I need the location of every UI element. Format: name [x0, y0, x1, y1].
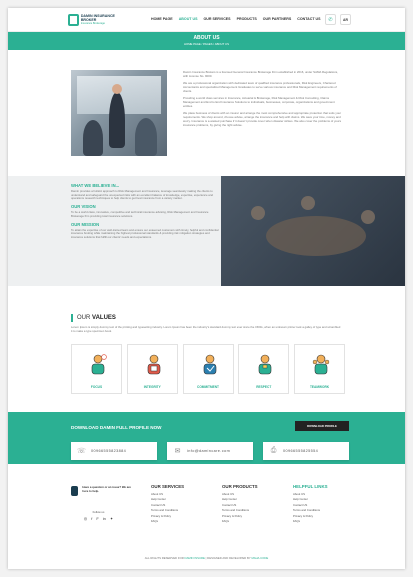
twitter-icon[interactable]: ✦: [110, 516, 113, 521]
copyright: ALL RIGHTS RESERVED FOR DAMIN INSURE | D…: [8, 556, 405, 560]
phone-number: 00966555823884: [91, 449, 127, 453]
value-card: FOCUS: [71, 344, 122, 394]
nav-contact[interactable]: CONTACT US: [297, 17, 320, 21]
fax-number: 00966555825554: [283, 449, 319, 453]
values-list: FOCUS INTEGRITY COMMITMENT RESPECT TEAMW…: [71, 344, 345, 394]
nav-about[interactable]: ABOUT US: [179, 17, 198, 21]
phone-icon: ☏: [77, 448, 86, 455]
google-plus-icon[interactable]: F: [96, 516, 98, 521]
values-title: OUR VALUES: [71, 314, 116, 322]
footer-link[interactable]: FAQs: [222, 519, 282, 524]
page-title: ABOUT US: [193, 35, 220, 41]
social-links: ◎ f F in ✦: [71, 516, 126, 521]
help-block: Have a question or an issue? We are here…: [71, 485, 131, 496]
support-avatar: [71, 486, 79, 496]
breadcrumb: HOME PAGE / PAGES / ABOUT US: [184, 42, 229, 46]
intro-paragraph: Damin Insurance Brokers is a licensed Ge…: [183, 70, 339, 78]
value-label: TEAMWORK: [309, 385, 330, 389]
linkedin-icon[interactable]: in: [103, 516, 106, 521]
teamwork-person-icon: [312, 354, 330, 375]
developer-link[interactable]: MAHA CODE: [251, 556, 268, 560]
intro-photo: [71, 70, 167, 156]
meeting-photo: [221, 176, 405, 286]
value-card: INTEGRITY: [126, 344, 178, 394]
logo-name: DAMIN INSURANCE BROKER: [80, 13, 115, 22]
facebook-icon[interactable]: f: [91, 516, 92, 521]
language-button[interactable]: AR: [340, 14, 351, 25]
download-profile-button[interactable]: DOWNLOAD PROFILE: [295, 421, 349, 431]
integrity-person-icon: [147, 354, 161, 375]
footer-link[interactable]: FAQs: [293, 519, 353, 524]
nav-products[interactable]: PRODUCTS: [237, 17, 257, 21]
values-title-prefix: OUR: [77, 315, 91, 321]
nav-services[interactable]: OUR SERVICES: [203, 17, 230, 21]
follow-block: Follow us ◎ f F in ✦: [71, 510, 126, 521]
commitment-person-icon: [203, 354, 216, 375]
respect-person-icon: [258, 354, 272, 375]
value-label: FOCUS: [90, 385, 103, 389]
value-label: INTEGRITY: [143, 385, 161, 389]
copyright-text: | DESIGNED AND DEVELOPED BY: [204, 556, 252, 560]
page-frame: DAMIN INSURANCE BROKER Insurance Brokera…: [8, 8, 405, 569]
services-column: OUR SERVICES About US Help Center Contac…: [151, 484, 211, 524]
download-title: DOWNLOAD DAMIN FULL PROFILE NOW: [71, 425, 162, 430]
services-title: OUR SERVICES: [151, 484, 185, 489]
nav-partners[interactable]: OUR PARTNERS: [263, 17, 292, 21]
main-nav: HOME PAGE ABOUT US OUR SERVICES PRODUCTS…: [151, 17, 321, 21]
site-footer: Have a question or an issue? We are here…: [8, 474, 405, 569]
believe-heading: WHAT WE BELIEVE IN...: [71, 183, 120, 188]
intro-text: Damin Insurance Brokers is a licensed Ge…: [183, 70, 343, 130]
value-card: RESPECT: [238, 344, 290, 394]
products-title: OUR PRODUCTS: [222, 484, 258, 489]
vision-paragraph: To be a world class, innovative, competi…: [71, 210, 209, 218]
value-card: COMMITMENT: [182, 344, 234, 394]
copyright-brand-link[interactable]: DAMIN INSURE: [185, 556, 205, 560]
believe-paragraph: Damin provides a holistic approach to Ri…: [71, 189, 213, 201]
vision-heading: OUR VISION: [71, 204, 96, 210]
helpful-links-column: HELPFUL LINKS About US Help Center Conta…: [293, 484, 353, 524]
nav-home[interactable]: HOME PAGE: [151, 17, 173, 21]
fax-box[interactable]: ⎙ 00966555825554: [263, 442, 349, 460]
phone-icon[interactable]: ✆: [325, 14, 336, 25]
intro-paragraph: We are a professional organization with …: [183, 81, 337, 93]
page-banner: ABOUT US HOME PAGE / PAGES / ABOUT US: [8, 32, 405, 50]
mail-icon: ✉: [174, 448, 181, 455]
copyright-text: ALL RIGHTS RESERVED FOR: [144, 556, 185, 560]
values-title-bold: VALUES: [92, 315, 116, 321]
email-box[interactable]: ✉ info@damincare.com: [167, 442, 253, 460]
logo-mark-icon: [68, 14, 79, 26]
value-label: COMMITMENT: [197, 385, 219, 389]
phone-box[interactable]: ☏ 00966555823884: [71, 442, 157, 460]
help-question: Have a question or an issue? We are here…: [82, 485, 131, 493]
believe-section: WHAT WE BELIEVE IN... Damin provides a h…: [8, 176, 405, 286]
intro-paragraph: We place business of clients with an ins…: [183, 111, 342, 127]
intro-paragraph: Providing a world class services in Insu…: [183, 96, 335, 108]
mission-heading: OUR MISSION: [71, 221, 100, 227]
email-address: info@damincare.com: [187, 449, 231, 453]
site-header: DAMIN INSURANCE BROKER Insurance Brokera…: [8, 8, 405, 32]
instagram-icon[interactable]: ◎: [84, 516, 88, 521]
logo[interactable]: DAMIN INSURANCE BROKER Insurance Brokera…: [68, 13, 124, 27]
value-card: TEAMWORK: [294, 344, 345, 394]
footer-link[interactable]: FAQs: [151, 519, 211, 524]
products-column: OUR PRODUCTS About US Help Center Contac…: [222, 484, 282, 524]
contact-row: ☏ 00966555823884 ✉ info@damincare.com ⎙ …: [71, 442, 349, 460]
focus-person-icon: [91, 354, 107, 375]
mission-paragraph: To attain the expertise of our well-trai…: [71, 227, 219, 239]
value-label: RESPECT: [256, 385, 272, 389]
believe-text: WHAT WE BELIEVE IN... Damin provides a h…: [71, 180, 221, 242]
logo-sub: Insurance Brokerage: [80, 22, 105, 26]
helpful-title: HELPFUL LINKS: [293, 484, 328, 489]
fax-icon: ⎙: [270, 447, 277, 454]
values-description: Lorem Ipsum is simply dummy text of the …: [71, 325, 341, 333]
follow-label: Follow us: [92, 510, 105, 514]
